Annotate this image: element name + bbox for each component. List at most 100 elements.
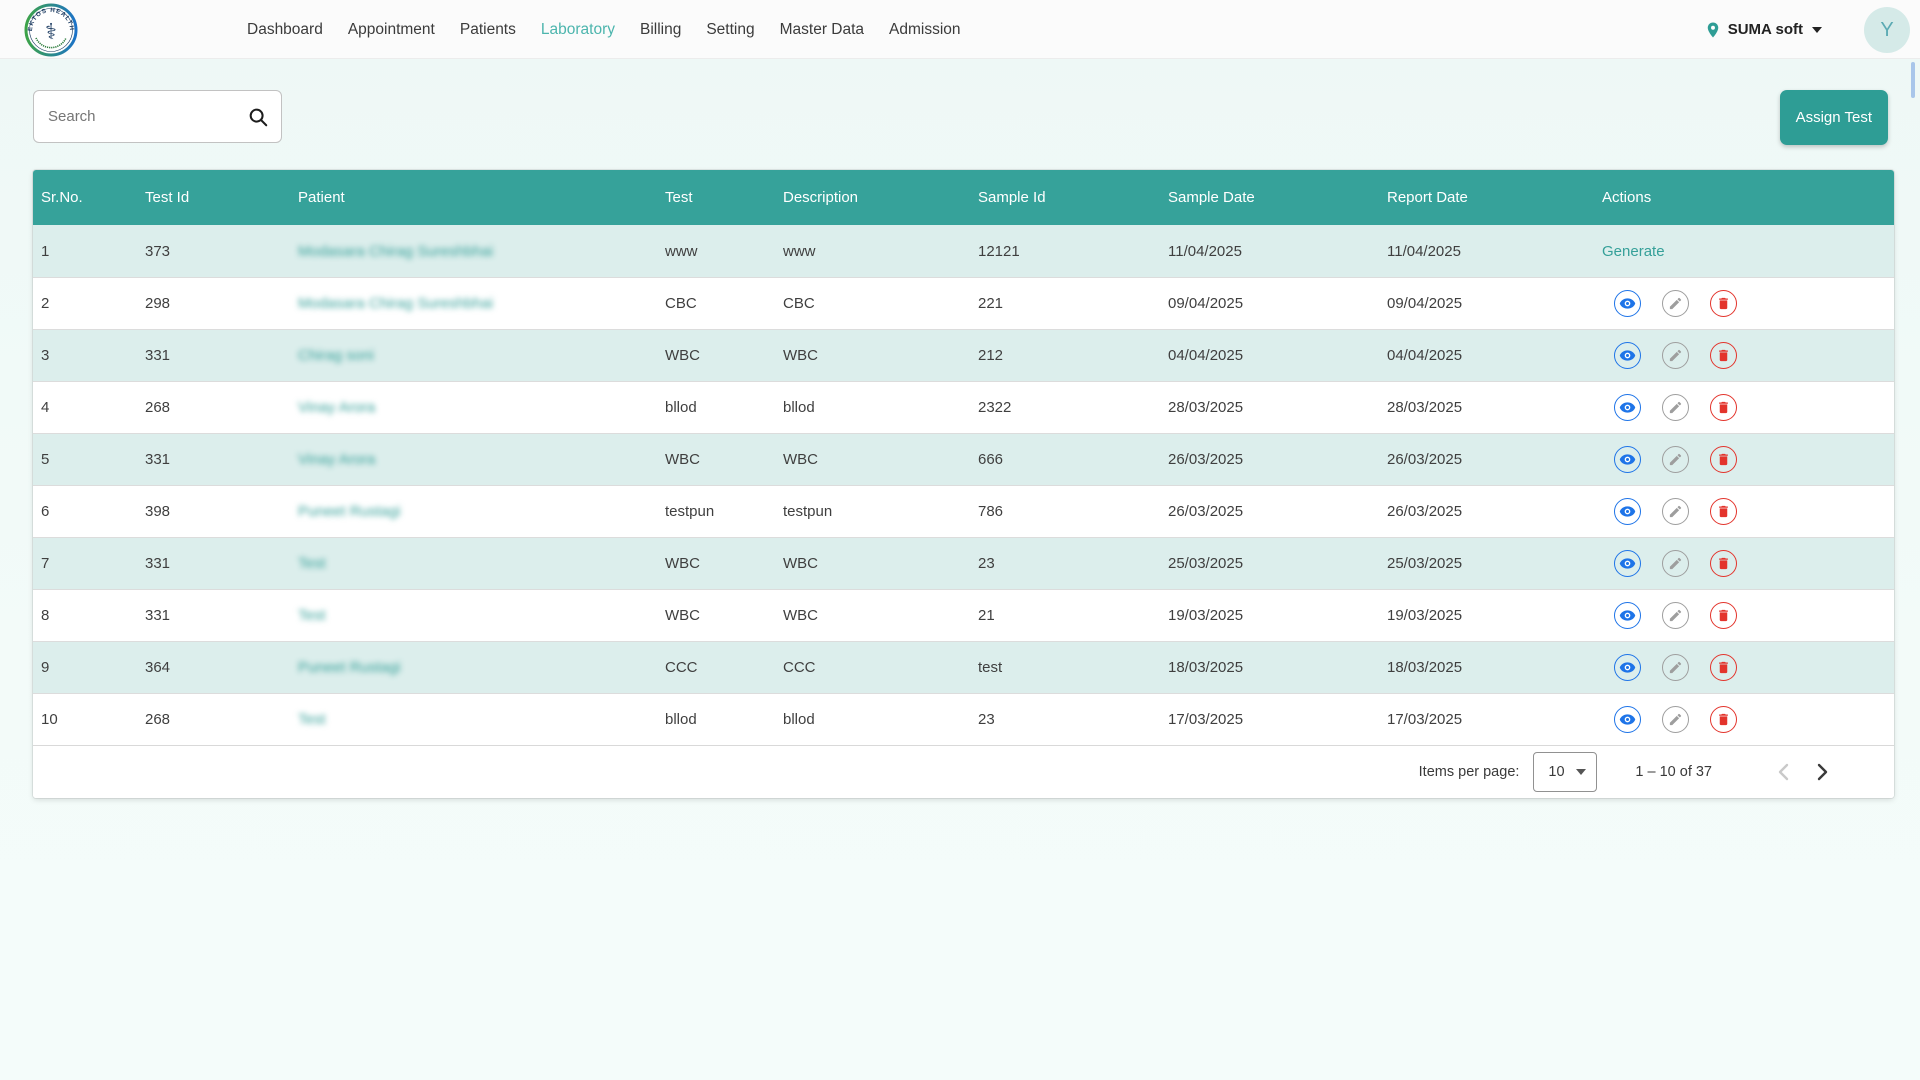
delete-test-button[interactable] xyxy=(1710,654,1737,681)
patient-link[interactable]: Vinay Arora xyxy=(298,451,375,468)
nav-item-master-data[interactable]: Master Data xyxy=(780,21,864,39)
actions-cell xyxy=(1594,694,1894,745)
cell-srno: 6 xyxy=(33,486,137,537)
caduceus-icon: ⚕ xyxy=(45,19,57,44)
patient-link[interactable]: Modasara Chirag Sureshbhai xyxy=(298,295,493,312)
delete-test-button[interactable] xyxy=(1710,550,1737,577)
search-input[interactable] xyxy=(48,108,247,125)
actions-cell xyxy=(1594,590,1894,641)
cell-description: WBC xyxy=(775,538,970,589)
patient-link[interactable]: Puneet Rustagi xyxy=(298,503,401,520)
view-test-button[interactable] xyxy=(1614,446,1641,473)
location-pin-icon xyxy=(1704,19,1722,41)
cell-srno: 7 xyxy=(33,538,137,589)
col-header-patient: Patient xyxy=(290,170,657,225)
view-test-button[interactable] xyxy=(1614,550,1641,577)
page-range-label: 1 – 10 of 37 xyxy=(1635,764,1712,780)
cell-sample-id: 23 xyxy=(970,694,1160,745)
cell-test-id: 331 xyxy=(137,538,290,589)
nav-item-patients[interactable]: Patients xyxy=(460,21,516,39)
branch-selector[interactable]: SUMA soft xyxy=(1704,0,1822,59)
cell-description: CBC xyxy=(775,278,970,329)
cell-description: WBC xyxy=(775,330,970,381)
patient-link[interactable]: Test xyxy=(298,607,326,624)
patient-link[interactable]: Puneet Rustagi xyxy=(298,659,401,676)
trash-icon xyxy=(1716,608,1731,623)
eye-icon xyxy=(1618,606,1637,625)
cell-sample-date: 26/03/2025 xyxy=(1160,434,1379,485)
table-body: 1 373 Modasara Chirag Sureshbhai www www… xyxy=(33,225,1894,745)
delete-test-button[interactable] xyxy=(1710,446,1737,473)
delete-test-button[interactable] xyxy=(1710,290,1737,317)
cell-sample-date: 19/03/2025 xyxy=(1160,590,1379,641)
patient-link[interactable]: Test xyxy=(298,555,326,572)
nav-item-setting[interactable]: Setting xyxy=(706,21,754,39)
nav-item-billing[interactable]: Billing xyxy=(640,21,681,39)
view-test-button[interactable] xyxy=(1614,602,1641,629)
trash-icon xyxy=(1716,660,1731,675)
cell-report-date: 11/04/2025 xyxy=(1379,225,1594,277)
page-size-value: 10 xyxy=(1548,764,1564,780)
col-header-test-id: Test Id xyxy=(137,170,290,225)
items-per-page-label: Items per page: xyxy=(1419,764,1520,780)
pencil-icon xyxy=(1668,608,1683,623)
view-test-button[interactable] xyxy=(1614,706,1641,733)
edit-test-button[interactable] xyxy=(1662,706,1689,733)
generate-report-link[interactable]: Generate xyxy=(1602,243,1665,260)
delete-test-button[interactable] xyxy=(1710,498,1737,525)
patient-link[interactable]: Modasara Chirag Sureshbhai xyxy=(298,243,493,260)
cell-srno: 10 xyxy=(33,694,137,745)
page-size-select[interactable]: 10 xyxy=(1533,752,1597,792)
nav-item-admission[interactable]: Admission xyxy=(889,21,961,39)
nav-item-dashboard[interactable]: Dashboard xyxy=(247,21,323,39)
col-header-description: Description xyxy=(775,170,970,225)
actions-cell xyxy=(1594,434,1894,485)
cell-report-date: 25/03/2025 xyxy=(1379,538,1594,589)
edit-test-button[interactable] xyxy=(1662,446,1689,473)
edit-test-button[interactable] xyxy=(1662,290,1689,317)
view-test-button[interactable] xyxy=(1614,498,1641,525)
edit-test-button[interactable] xyxy=(1662,342,1689,369)
cell-test: WBC xyxy=(657,590,775,641)
next-page-button[interactable] xyxy=(1817,763,1828,781)
cell-sample-id: 23 xyxy=(970,538,1160,589)
edit-test-button[interactable] xyxy=(1662,654,1689,681)
col-header-report-date: Report Date xyxy=(1379,170,1594,225)
assign-test-button[interactable]: Assign Test xyxy=(1780,90,1888,145)
nav-item-appointment[interactable]: Appointment xyxy=(348,21,435,39)
nav-item-laboratory[interactable]: Laboratory xyxy=(541,21,615,39)
delete-test-button[interactable] xyxy=(1710,706,1737,733)
delete-test-button[interactable] xyxy=(1710,602,1737,629)
patient-link[interactable]: Test xyxy=(298,711,326,728)
patient-link[interactable]: Chirag soni xyxy=(298,347,374,364)
cell-srno: 5 xyxy=(33,434,137,485)
scrollbar-thumb[interactable] xyxy=(1911,62,1915,98)
cell-sample-date: 09/04/2025 xyxy=(1160,278,1379,329)
cell-test: CCC xyxy=(657,642,775,693)
main-nav: Dashboard Appointment Patients Laborator… xyxy=(247,0,961,59)
cell-sample-date: 04/04/2025 xyxy=(1160,330,1379,381)
edit-test-button[interactable] xyxy=(1662,394,1689,421)
view-test-button[interactable] xyxy=(1614,394,1641,421)
table-row: 2 298 Modasara Chirag Sureshbhai CBC CBC… xyxy=(33,277,1894,329)
delete-test-button[interactable] xyxy=(1710,342,1737,369)
delete-test-button[interactable] xyxy=(1710,394,1737,421)
cell-report-date: 04/04/2025 xyxy=(1379,330,1594,381)
previous-page-button[interactable] xyxy=(1778,763,1789,781)
cell-test: bllod xyxy=(657,694,775,745)
trash-icon xyxy=(1716,296,1731,311)
search-icon[interactable] xyxy=(247,106,269,128)
edit-test-button[interactable] xyxy=(1662,498,1689,525)
cell-test-id: 331 xyxy=(137,330,290,381)
cell-srno: 1 xyxy=(33,225,137,277)
user-avatar[interactable]: Y xyxy=(1864,7,1910,53)
cell-test-id: 331 xyxy=(137,590,290,641)
edit-test-button[interactable] xyxy=(1662,550,1689,577)
cell-sample-id: 221 xyxy=(970,278,1160,329)
cell-sample-id: test xyxy=(970,642,1160,693)
view-test-button[interactable] xyxy=(1614,342,1641,369)
view-test-button[interactable] xyxy=(1614,654,1641,681)
edit-test-button[interactable] xyxy=(1662,602,1689,629)
view-test-button[interactable] xyxy=(1614,290,1641,317)
patient-link[interactable]: Vinay Arora xyxy=(298,399,375,416)
